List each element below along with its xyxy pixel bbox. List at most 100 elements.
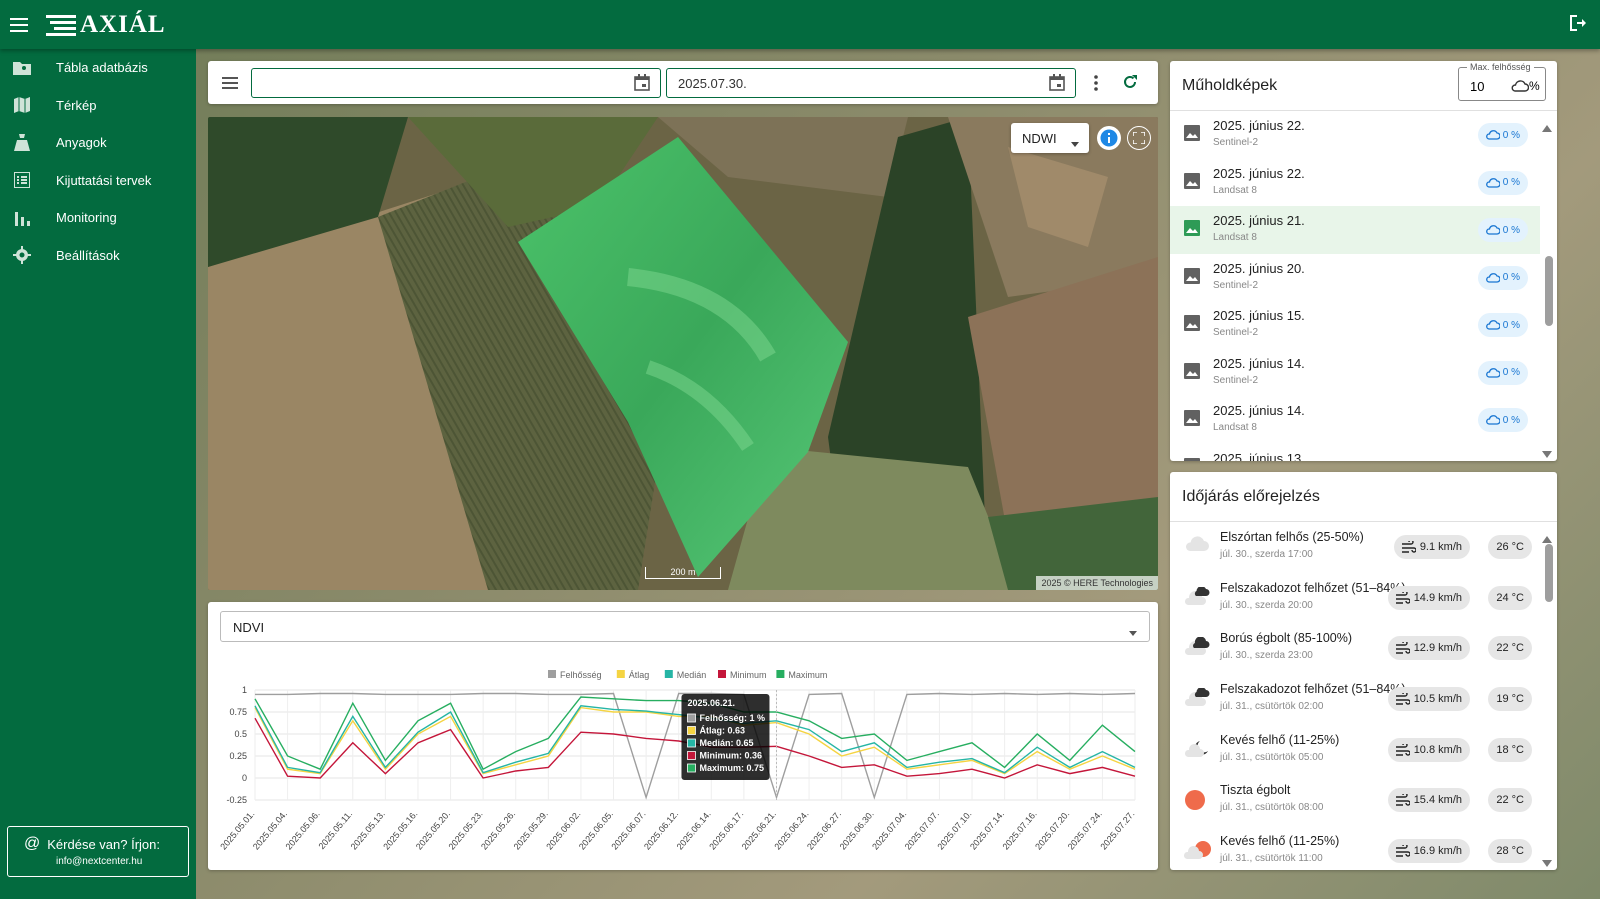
- cloud-icon: [1485, 415, 1500, 425]
- sun-icon: [1184, 789, 1206, 816]
- weather-time: júl. 31., csütörtök 11:00: [1220, 853, 1323, 865]
- image-icon: [1184, 267, 1200, 289]
- temperature-chip: 28 °C: [1488, 839, 1532, 864]
- more-vert-icon[interactable]: [1094, 75, 1098, 96]
- satellite-list-item[interactable]: 2025. június 22. Landsat 8 0 %: [1170, 159, 1540, 207]
- temperature-chip: 24 °C: [1488, 585, 1532, 610]
- calendar-icon[interactable]: [1049, 74, 1065, 94]
- tooltip-swatch: [687, 763, 696, 773]
- calendar-icon[interactable]: [634, 74, 650, 94]
- list-menu-icon[interactable]: [222, 76, 238, 94]
- satellite-date: 2025. június 15.: [1213, 308, 1305, 323]
- scroll-down-arrow-icon[interactable]: [1542, 854, 1552, 870]
- map-icon: [12, 95, 32, 115]
- info-icon[interactable]: [1097, 126, 1121, 150]
- weather-list-scrollbar[interactable]: [1545, 544, 1553, 602]
- app-logo[interactable]: AXIÁL: [46, 11, 166, 39]
- temperature-chip: 22 °C: [1488, 788, 1532, 813]
- bag-icon: [12, 133, 32, 153]
- refresh-icon[interactable]: [1122, 74, 1138, 95]
- max-cloud-field[interactable]: Max. felhősség 10 %: [1458, 62, 1546, 101]
- sidebar-item-terkep[interactable]: Térkép: [0, 87, 196, 125]
- hamburger-menu-icon[interactable]: [0, 0, 38, 49]
- satellite-image-list: 2025. június 22. Sentinel-2 0 % 2025. jú…: [1170, 111, 1540, 461]
- satellite-date: 2025. június 14.: [1213, 355, 1305, 371]
- legend-swatch: [548, 670, 556, 678]
- satellite-list-item[interactable]: 2025. június 15. Sentinel-2 0 %: [1170, 301, 1540, 349]
- satellite-date: 2025. június 21.: [1213, 213, 1305, 228]
- weather-list-item[interactable]: Borús égbolt (85-100%) júl. 30., szerda 2…: [1170, 623, 1542, 674]
- weather-time: júl. 30., szerda 20:00: [1220, 599, 1313, 611]
- tooltip-swatch: [687, 726, 696, 735]
- legend-swatch: [616, 670, 625, 678]
- folder-account-icon: [12, 58, 32, 78]
- weather-list-item[interactable]: Tiszta égbolt júl. 31., csütörtök 08:00 15…: [1170, 775, 1542, 826]
- tooltip-row: Átlag: 0.63: [699, 726, 745, 736]
- satellite-list-item[interactable]: 2025. június 14. Landsat 8 0 %: [1170, 396, 1540, 444]
- sidebar: Tábla adatbázis Térkép Anyagok Kijuttatá…: [0, 49, 196, 899]
- sidebar-item-kijuttatasi-tervek[interactable]: Kijuttatási tervek: [0, 162, 196, 200]
- image-icon: [1184, 315, 1200, 336]
- weather-condition: Borús égbolt (85-100%): [1220, 631, 1353, 646]
- weather-condition: Felszakadozot felhőzet (51–84%): [1220, 580, 1406, 595]
- cloud-icon: [1485, 130, 1500, 140]
- tooltip-row: Medián: 0.65: [699, 738, 753, 748]
- weather-list-item[interactable]: Elszórtan felhős (25-50%) júl. 30., szerd…: [1170, 522, 1542, 573]
- image-icon: [1184, 172, 1200, 194]
- list-icon: [12, 170, 32, 190]
- map-scale-bar: 200 m: [645, 567, 721, 579]
- index-chart-card: NDVI Felhősség Átlag Medián Minimum Maximum …: [208, 602, 1158, 870]
- image-icon: [1184, 125, 1200, 146]
- help-contact-box[interactable]: @ Kérdése van? Írjon: info@nextcenter.hu: [7, 826, 189, 877]
- scroll-up-arrow-icon[interactable]: [1542, 119, 1552, 137]
- wind-icon: [1401, 541, 1416, 553]
- satellite-list-item-selected[interactable]: 2025. június 21. Landsat 8 0 %: [1170, 206, 1540, 254]
- image-icon: [1184, 457, 1200, 461]
- scroll-down-arrow-icon[interactable]: [1542, 445, 1552, 461]
- wind-chip: 16.9 km/h: [1387, 839, 1470, 864]
- temperature-chip: 19 °C: [1488, 687, 1532, 712]
- date-to-value: 2025.07.30.: [678, 76, 747, 91]
- wind-icon: [1395, 693, 1410, 705]
- satellite-list-scrollbar[interactable]: [1545, 256, 1553, 326]
- satellite-list-item[interactable]: 2025. június 20. Sentinel-2 0 %: [1170, 254, 1540, 302]
- date-from-field[interactable]: [251, 68, 661, 98]
- legend-label: Minimum: [730, 670, 767, 680]
- temperature-chip: 26 °C: [1488, 535, 1532, 559]
- weather-list-item[interactable]: Felszakadozot felhőzet (51–84%) júl. 31.,…: [1170, 674, 1542, 725]
- image-icon: [1184, 362, 1200, 384]
- sidebar-item-beallitasok[interactable]: Beállítások: [0, 237, 196, 275]
- wind-icon: [1395, 794, 1410, 807]
- cloud-cover-chip: 0 %: [1477, 218, 1528, 242]
- sidebar-item-monitoring[interactable]: Monitoring: [0, 199, 196, 237]
- map-layer-select[interactable]: NDWI: [1011, 123, 1089, 153]
- y-tick-label: 0.25: [229, 751, 247, 761]
- y-tick-label: 1: [242, 685, 247, 695]
- sidebar-item-label: Kijuttatási tervek: [56, 172, 152, 188]
- weather-list-item[interactable]: Kevés felhő (11-25%) júl. 31., csütörtök …: [1170, 826, 1542, 870]
- image-icon: [1184, 220, 1200, 241]
- ndvi-line-chart[interactable]: Felhősség Átlag Medián Minimum Maximum 1 0.75…: [208, 602, 1158, 870]
- map-layer-value: NDWI: [1022, 131, 1057, 146]
- help-email[interactable]: info@nextcenter.hu: [56, 856, 188, 867]
- cloud-icon: [1485, 177, 1500, 188]
- sidebar-item-anyagok[interactable]: Anyagok: [0, 124, 196, 162]
- x-tick-label: 2025.07.27.: [1098, 809, 1136, 852]
- fullscreen-icon[interactable]: [1127, 126, 1151, 150]
- satellite-list-item[interactable]: 2025. június 13.: [1170, 444, 1540, 461]
- satellite-source: Landsat 8: [1213, 422, 1257, 433]
- app-title: AXIÁL: [80, 10, 166, 38]
- sidebar-item-tabla-adatbazis[interactable]: Tábla adatbázis: [0, 49, 196, 87]
- logout-icon[interactable]: [1568, 13, 1586, 38]
- satellite-source: Landsat 8: [1213, 184, 1257, 196]
- weather-list-item[interactable]: Felszakadozot felhőzet (51–84%) júl. 30.,…: [1170, 573, 1542, 624]
- satellite-list-item[interactable]: 2025. június 14. Sentinel-2 0 %: [1170, 349, 1540, 397]
- weather-list-item[interactable]: Kevés felhő (11-25%) júl. 31., csütörtök …: [1170, 725, 1542, 776]
- satellite-map[interactable]: 200 m 2025 © HERE Technologies: [208, 117, 1158, 590]
- date-to-field[interactable]: 2025.07.30.: [666, 68, 1076, 98]
- cloud-icon: [1485, 225, 1500, 235]
- sidebar-item-label: Monitoring: [56, 210, 117, 226]
- wind-icon: [1395, 591, 1410, 604]
- overcast-icon: [1184, 636, 1212, 662]
- satellite-list-item[interactable]: 2025. június 22. Sentinel-2 0 %: [1170, 111, 1540, 159]
